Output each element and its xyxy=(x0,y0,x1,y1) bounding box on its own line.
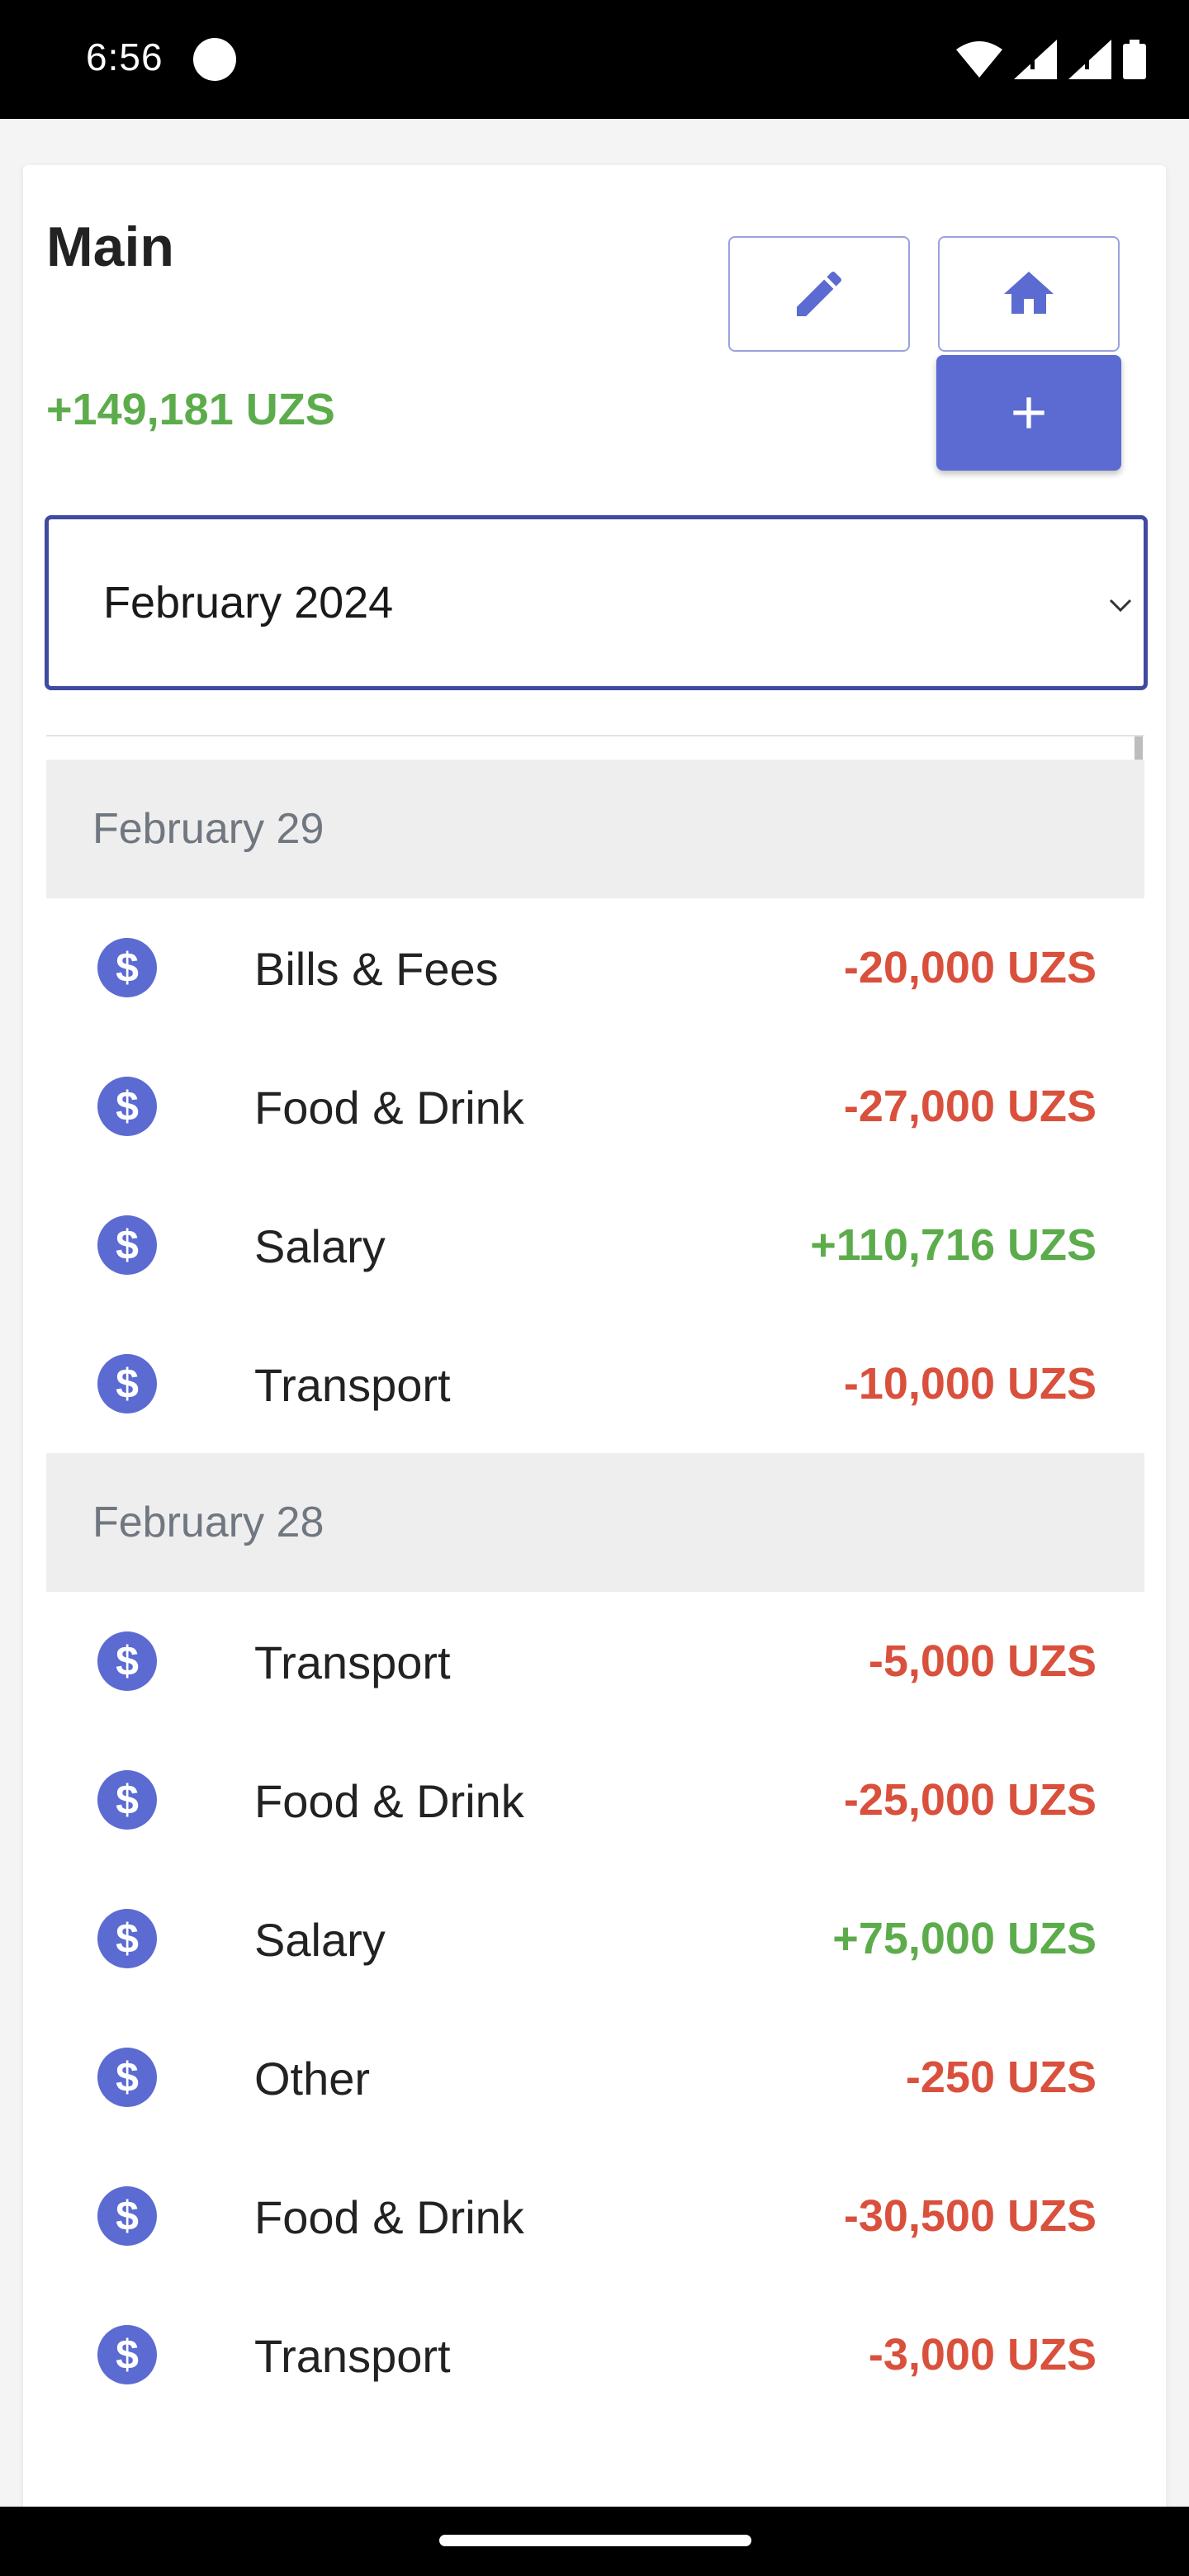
transaction-category: Food & Drink xyxy=(254,1082,524,1134)
transaction-amount: -10,000 UZS xyxy=(843,1359,1097,1409)
transaction-row[interactable]: $ Food & Drink -25,000 UZS xyxy=(46,1731,1144,1869)
transaction-list: February 29 $ Bills & Fees -20,000 UZS $… xyxy=(46,760,1144,2424)
dollar-icon: $ xyxy=(97,1215,157,1275)
chevron-down-icon xyxy=(1109,599,1132,613)
transaction-category: Food & Drink xyxy=(254,2191,524,2243)
dollar-icon: $ xyxy=(97,1909,157,1968)
status-icons xyxy=(956,36,1146,83)
transaction-category: Salary xyxy=(254,1220,386,1272)
dollar-icon: $ xyxy=(97,2048,157,2107)
plus-icon xyxy=(1013,397,1045,429)
month-select[interactable]: February 2024 xyxy=(45,515,1148,690)
transaction-category: Transport xyxy=(254,2330,451,2382)
signal-icon xyxy=(1014,40,1057,79)
battery-icon xyxy=(1123,40,1146,79)
notification-dot-icon xyxy=(193,38,236,81)
transaction-amount: -20,000 UZS xyxy=(843,943,1097,992)
transaction-amount: -25,000 UZS xyxy=(843,1775,1097,1825)
transaction-row[interactable]: $ Salary +75,000 UZS xyxy=(46,1869,1144,2008)
add-transaction-button[interactable] xyxy=(936,355,1121,471)
date-header: February 29 xyxy=(46,760,1144,898)
transaction-amount: -27,000 UZS xyxy=(843,1082,1097,1131)
transaction-amount: -3,000 UZS xyxy=(868,2330,1097,2379)
balance-total: +149,181 UZS xyxy=(46,385,335,434)
dollar-icon: $ xyxy=(97,938,157,997)
transaction-amount: -250 UZS xyxy=(905,2053,1097,2102)
dollar-icon: $ xyxy=(97,2325,157,2384)
transaction-row[interactable]: $ Salary +110,716 UZS xyxy=(46,1176,1144,1314)
app-canvas: Main +149,181 UZS February 2024 February… xyxy=(0,119,1189,2507)
system-nav-bar xyxy=(0,2507,1189,2576)
home-icon xyxy=(1004,272,1054,314)
transaction-category: Transport xyxy=(254,1359,451,1411)
transaction-row[interactable]: $ Food & Drink -30,500 UZS xyxy=(46,2147,1144,2285)
dollar-icon: $ xyxy=(97,1631,157,1691)
transaction-row[interactable]: $ Other -250 UZS xyxy=(46,2008,1144,2147)
dollar-icon: $ xyxy=(97,1770,157,1830)
dollar-icon: $ xyxy=(97,1077,157,1136)
transaction-category: Other xyxy=(254,2053,371,2105)
month-select-value: February 2024 xyxy=(103,578,394,627)
status-time: 6:56 xyxy=(86,36,163,78)
transaction-row[interactable]: $ Transport -5,000 UZS xyxy=(46,1592,1144,1731)
home-gesture-pill[interactable] xyxy=(439,2535,751,2546)
transaction-amount: -30,500 UZS xyxy=(843,2191,1097,2241)
transaction-amount: +75,000 UZS xyxy=(832,1914,1097,1963)
edit-button[interactable] xyxy=(728,236,910,352)
transaction-category: Salary xyxy=(254,1914,386,1966)
transaction-row[interactable]: $ Transport -10,000 UZS xyxy=(46,1314,1144,1453)
dollar-icon: $ xyxy=(97,2186,157,2246)
transaction-row[interactable]: $ Bills & Fees -20,000 UZS xyxy=(46,898,1144,1037)
dollar-icon: $ xyxy=(97,1354,157,1413)
wifi-icon xyxy=(956,41,1002,78)
signal-icon-2 xyxy=(1068,40,1111,79)
transaction-row[interactable]: $ Transport -3,000 UZS xyxy=(46,2285,1144,2424)
pencil-icon xyxy=(797,271,842,316)
transaction-category: Food & Drink xyxy=(254,1775,524,1827)
home-button[interactable] xyxy=(938,236,1120,352)
status-bar: 6:56 xyxy=(0,0,1189,119)
main-card: Main +149,181 UZS February 2024 February… xyxy=(23,165,1166,2507)
divider xyxy=(46,735,1144,736)
transaction-amount: -5,000 UZS xyxy=(868,1636,1097,1686)
page-title: Main xyxy=(46,215,174,278)
transaction-category: Bills & Fees xyxy=(254,943,499,995)
transaction-row[interactable]: $ Food & Drink -27,000 UZS xyxy=(46,1037,1144,1176)
transaction-amount: +110,716 UZS xyxy=(810,1220,1097,1270)
date-header: February 28 xyxy=(46,1453,1144,1592)
transaction-category: Transport xyxy=(254,1636,451,1688)
